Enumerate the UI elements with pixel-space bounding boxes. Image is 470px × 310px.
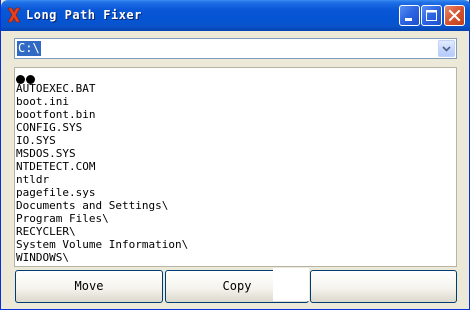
- list-item[interactable]: AUTOEXEC.BAT: [16, 82, 95, 95]
- move-button[interactable]: Move: [15, 270, 163, 303]
- action-button[interactable]: [310, 270, 457, 303]
- drive-select-dropdown-button[interactable]: [438, 40, 455, 57]
- blank-overlay: [273, 268, 309, 301]
- maximize-icon: [426, 10, 437, 21]
- list-item[interactable]: Documents and Settings\: [16, 199, 168, 212]
- list-item[interactable]: CONFIG.SYS: [16, 121, 82, 134]
- app-window: Long Path Fixer C:\ AUTOEXEC.BAT boot.in…: [0, 0, 470, 310]
- list-item[interactable]: NTDETECT.COM: [16, 160, 95, 173]
- list-item[interactable]: boot.ini: [16, 95, 69, 108]
- file-listbox[interactable]: AUTOEXEC.BAT boot.ini bootfont.bin CONFI…: [14, 67, 457, 267]
- window-title: Long Path Fixer: [26, 8, 142, 22]
- close-button[interactable]: [444, 5, 465, 26]
- drive-select-value: C:\: [17, 41, 41, 56]
- title-bar[interactable]: Long Path Fixer: [1, 0, 470, 31]
- list-item[interactable]: MSDOS.SYS: [16, 147, 76, 160]
- list-item[interactable]: System Volume Information\: [16, 238, 188, 251]
- list-item[interactable]: RECYCLER\: [16, 225, 76, 238]
- red-x-icon: [7, 7, 21, 23]
- minimize-icon: [405, 18, 412, 21]
- drive-select[interactable]: C:\: [14, 38, 457, 59]
- list-item[interactable]: IO.SYS: [16, 134, 56, 147]
- chevron-down-icon: [442, 46, 451, 52]
- list-item[interactable]: bootfont.bin: [16, 108, 95, 121]
- list-item[interactable]: pagefile.sys: [16, 186, 95, 199]
- list-item[interactable]: ntldr: [16, 173, 49, 186]
- list-item[interactable]: Program Files\: [16, 212, 109, 225]
- close-icon: [448, 9, 461, 22]
- parent-directory-item[interactable]: [16, 69, 36, 84]
- maximize-button[interactable]: [421, 5, 442, 26]
- minimize-button[interactable]: [399, 5, 420, 26]
- list-item[interactable]: WINDOWS\: [16, 251, 69, 264]
